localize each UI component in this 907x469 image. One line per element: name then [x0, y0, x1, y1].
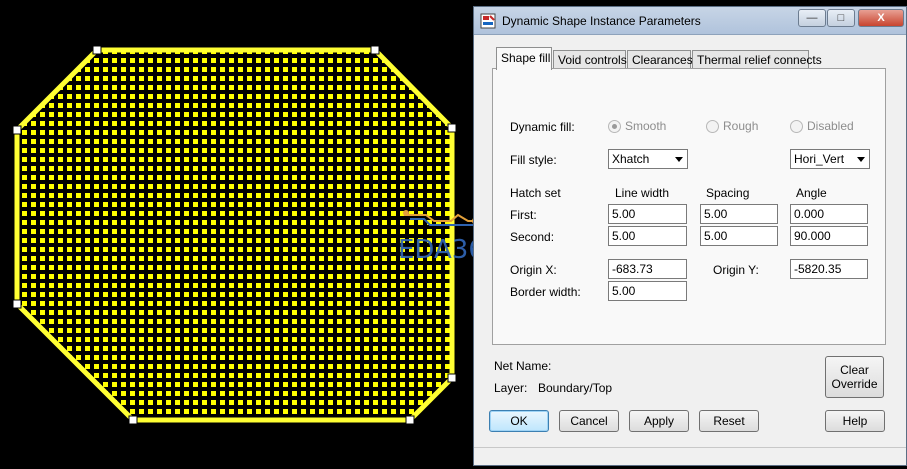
second-spacing-input[interactable]: [700, 226, 778, 246]
origin-x-input[interactable]: [608, 259, 687, 279]
tab-void-controls[interactable]: Void controls: [553, 50, 627, 69]
rough-radio-label: Rough: [723, 119, 759, 133]
status-bar: [474, 447, 906, 465]
vertex-handle[interactable]: [447, 373, 457, 383]
disabled-radio-label: Disabled: [807, 119, 854, 133]
first-spacing-input[interactable]: [700, 204, 778, 224]
dynamic-shape[interactable]: [14, 47, 455, 423]
origin-y-input[interactable]: [790, 259, 868, 279]
border-width-label: Border width:: [510, 285, 581, 299]
layer-label: Layer:: [494, 381, 528, 395]
hatch-pattern-value: Hori_Vert: [794, 152, 845, 166]
origin-y-label: Origin Y:: [713, 263, 759, 277]
reset-button[interactable]: Reset: [699, 410, 759, 432]
dialog-title: Dynamic Shape Instance Parameters: [502, 14, 701, 28]
second-row-label: Second:: [510, 230, 555, 244]
hatch-pattern-select[interactable]: Hori_Vert: [790, 149, 870, 169]
first-angle-input[interactable]: [790, 204, 868, 224]
ok-button[interactable]: OK: [489, 410, 549, 432]
close-button[interactable]: X: [858, 9, 904, 27]
vertex-handle[interactable]: [12, 299, 22, 309]
maximize-button[interactable]: □: [827, 9, 855, 27]
vertex-handle[interactable]: [447, 123, 457, 133]
angle-header: Angle: [796, 186, 827, 200]
first-row-label: First:: [510, 208, 537, 222]
fill-style-value: Xhatch: [612, 152, 650, 166]
rough-radio[interactable]: [706, 120, 719, 133]
net-name-label: Net Name:: [494, 359, 552, 373]
clear-override-button[interactable]: Clear Override: [825, 356, 884, 398]
cancel-button[interactable]: Cancel: [559, 410, 619, 432]
fill-style-select[interactable]: Xhatch: [608, 149, 688, 169]
second-line-width-input[interactable]: [608, 226, 687, 246]
disabled-radio[interactable]: [790, 120, 803, 133]
line-width-header: Line width: [615, 186, 670, 200]
chevron-down-icon: [675, 157, 683, 162]
layer-value: Boundary/Top: [538, 381, 613, 395]
close-icon: X: [877, 12, 885, 24]
smooth-radio[interactable]: [608, 120, 621, 133]
vertex-handle[interactable]: [405, 415, 415, 425]
app-icon: [480, 13, 496, 29]
spacing-header: Spacing: [706, 186, 750, 200]
fill-style-label: Fill style:: [510, 153, 557, 167]
minimize-icon: —: [806, 12, 818, 24]
vertex-handle[interactable]: [128, 415, 138, 425]
chevron-down-icon: [857, 157, 865, 162]
shape-fill-panel: Dynamic fill: Smooth Rough Disabled Fill…: [492, 68, 886, 345]
second-angle-input[interactable]: [790, 226, 868, 246]
dynamic-shape-params-dialog: Dynamic Shape Instance Parameters — □ X …: [473, 6, 907, 466]
tab-clearances[interactable]: Clearances: [627, 50, 693, 69]
title-bar[interactable]: Dynamic Shape Instance Parameters — □ X: [474, 7, 906, 35]
origin-x-label: Origin X:: [510, 263, 557, 277]
vertex-handle[interactable]: [12, 125, 22, 135]
vertex-handle[interactable]: [370, 45, 380, 55]
tab-shape-fill[interactable]: Shape fill: [496, 47, 552, 70]
maximize-icon: □: [837, 12, 845, 24]
border-width-input[interactable]: [608, 281, 687, 301]
hatch-set-label: Hatch set: [510, 186, 561, 200]
first-line-width-input[interactable]: [608, 204, 687, 224]
vertex-handle[interactable]: [92, 45, 102, 55]
smooth-radio-label: Smooth: [625, 119, 667, 133]
minimize-button[interactable]: —: [798, 9, 826, 27]
help-button[interactable]: Help: [825, 410, 885, 432]
dynamic-fill-label: Dynamic fill:: [510, 120, 575, 134]
apply-button[interactable]: Apply: [629, 410, 689, 432]
tab-thermal-relief-connects[interactable]: Thermal relief connects: [692, 50, 822, 69]
